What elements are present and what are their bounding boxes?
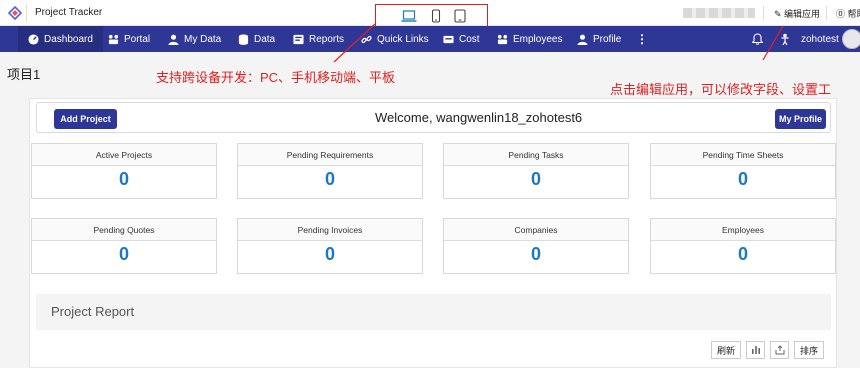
edit-app-button[interactable]: ✎ 编辑应用 — [774, 7, 820, 20]
report-title: Project Report — [51, 304, 135, 319]
card-value: 0 — [118, 244, 129, 264]
nav-label: Reports — [309, 33, 345, 45]
nav-item-employees[interactable]: Employees — [497, 26, 562, 52]
stat-card-pending-invoices[interactable]: Pending Invoices 0 — [237, 218, 423, 274]
my-profile-button[interactable]: My Profile — [775, 109, 826, 129]
dashboard-icon — [28, 33, 39, 45]
nav-label: Cost — [459, 33, 480, 45]
app-logo-icon[interactable] — [8, 6, 22, 20]
user-icon — [577, 34, 588, 45]
bell-icon[interactable] — [752, 26, 763, 52]
card-value: 0 — [530, 169, 541, 189]
current-user-name[interactable]: zohotest — [801, 26, 839, 52]
nav-item-data[interactable]: Data — [238, 26, 275, 52]
nav-item-reports[interactable]: Reports — [293, 26, 344, 52]
nav-label: Employees — [513, 33, 563, 45]
nav-item-cost[interactable]: Cost — [443, 26, 480, 52]
refresh-button[interactable]: 刷新 — [711, 341, 741, 359]
card-value: 0 — [324, 244, 335, 264]
card-title: Pending Requirements — [238, 144, 422, 166]
welcome-bar: Add Project Welcome, wangwenlin18_zohote… — [36, 102, 831, 133]
divider — [826, 6, 827, 20]
nav-item-my-data[interactable]: My Data — [168, 26, 221, 52]
nav-label: Quick Links — [377, 33, 429, 45]
card-title: Active Projects — [32, 144, 216, 166]
divider — [763, 6, 764, 20]
stat-card-pending-tasks[interactable]: Pending Tasks 0 — [443, 143, 629, 199]
stat-card-companies[interactable]: Companies 0 — [443, 218, 629, 274]
chart-view-icon[interactable] — [746, 341, 765, 359]
dashboard-panel: Add Project Welcome, wangwenlin18_zohote… — [29, 98, 837, 368]
nav-label: Profile — [593, 33, 622, 45]
nav-item-quick-links[interactable]: Quick Links — [361, 26, 429, 52]
nav-label: My Data — [184, 33, 222, 45]
main-nav: Dashboard Portal My Data Data Reports Qu… — [0, 26, 860, 52]
blurred-account-info — [683, 8, 755, 18]
card-value: 0 — [118, 169, 129, 189]
tablet-icon[interactable] — [454, 9, 466, 23]
card-title: Employees — [651, 219, 835, 241]
stat-card-pending-requirements[interactable]: Pending Requirements 0 — [237, 143, 423, 199]
nav-item-dashboard[interactable]: Dashboard — [18, 26, 103, 52]
stat-card-employees[interactable]: Employees 0 — [650, 218, 836, 274]
link-icon — [361, 35, 372, 43]
page-title: 项目1 — [7, 67, 41, 82]
welcome-message: Welcome, wangwenlin18_zohotest6 — [375, 110, 583, 125]
card-value: 0 — [530, 244, 541, 264]
nav-label: Portal — [124, 33, 151, 45]
card-title: Pending Quotes — [32, 219, 216, 241]
avatar[interactable] — [842, 29, 860, 49]
app-title: Project Tracker — [35, 7, 103, 18]
add-project-button[interactable]: Add Project — [54, 109, 117, 129]
card-title: Pending Time Sheets — [651, 144, 835, 166]
user-icon — [168, 34, 179, 45]
project-report-header: Project Report — [36, 294, 831, 330]
top-bar: Project Tracker ✎ 编辑应用 ⓪ 帮助 — [0, 0, 860, 28]
divider — [26, 4, 27, 22]
help-button[interactable]: ⓪ 帮助 — [836, 7, 860, 20]
more-menu-icon[interactable]: ⋮ — [636, 26, 648, 52]
employees-icon — [497, 34, 508, 44]
nav-item-profile[interactable]: Profile — [577, 26, 621, 52]
stat-card-active-projects[interactable]: Active Projects 0 — [31, 143, 217, 199]
cost-icon — [443, 35, 454, 43]
laptop-icon[interactable] — [401, 9, 417, 23]
stat-card-pending-quotes[interactable]: Pending Quotes 0 — [31, 218, 217, 274]
card-value: 0 — [324, 169, 335, 189]
device-switcher — [375, 4, 488, 28]
nav-label: Data — [254, 33, 276, 45]
card-title: Pending Tasks — [444, 144, 628, 166]
nav-item-portal[interactable]: Portal — [108, 26, 150, 52]
portal-icon — [108, 34, 119, 44]
nav-label: Dashboard — [44, 33, 93, 45]
user-menu-icon[interactable] — [780, 26, 790, 52]
reports-icon — [293, 34, 304, 44]
export-icon[interactable] — [770, 341, 789, 359]
database-icon — [238, 33, 249, 45]
card-title: Companies — [444, 219, 628, 241]
annotation-devices: 支持跨设备开发：PC、手机移动端、平板 — [156, 70, 396, 85]
card-value: 0 — [737, 169, 748, 189]
card-value: 0 — [737, 244, 748, 264]
stat-card-pending-time-sheets[interactable]: Pending Time Sheets 0 — [650, 143, 836, 199]
sort-button[interactable]: 排序 — [794, 341, 824, 359]
mobile-icon[interactable] — [431, 9, 441, 23]
card-title: Pending Invoices — [238, 219, 422, 241]
